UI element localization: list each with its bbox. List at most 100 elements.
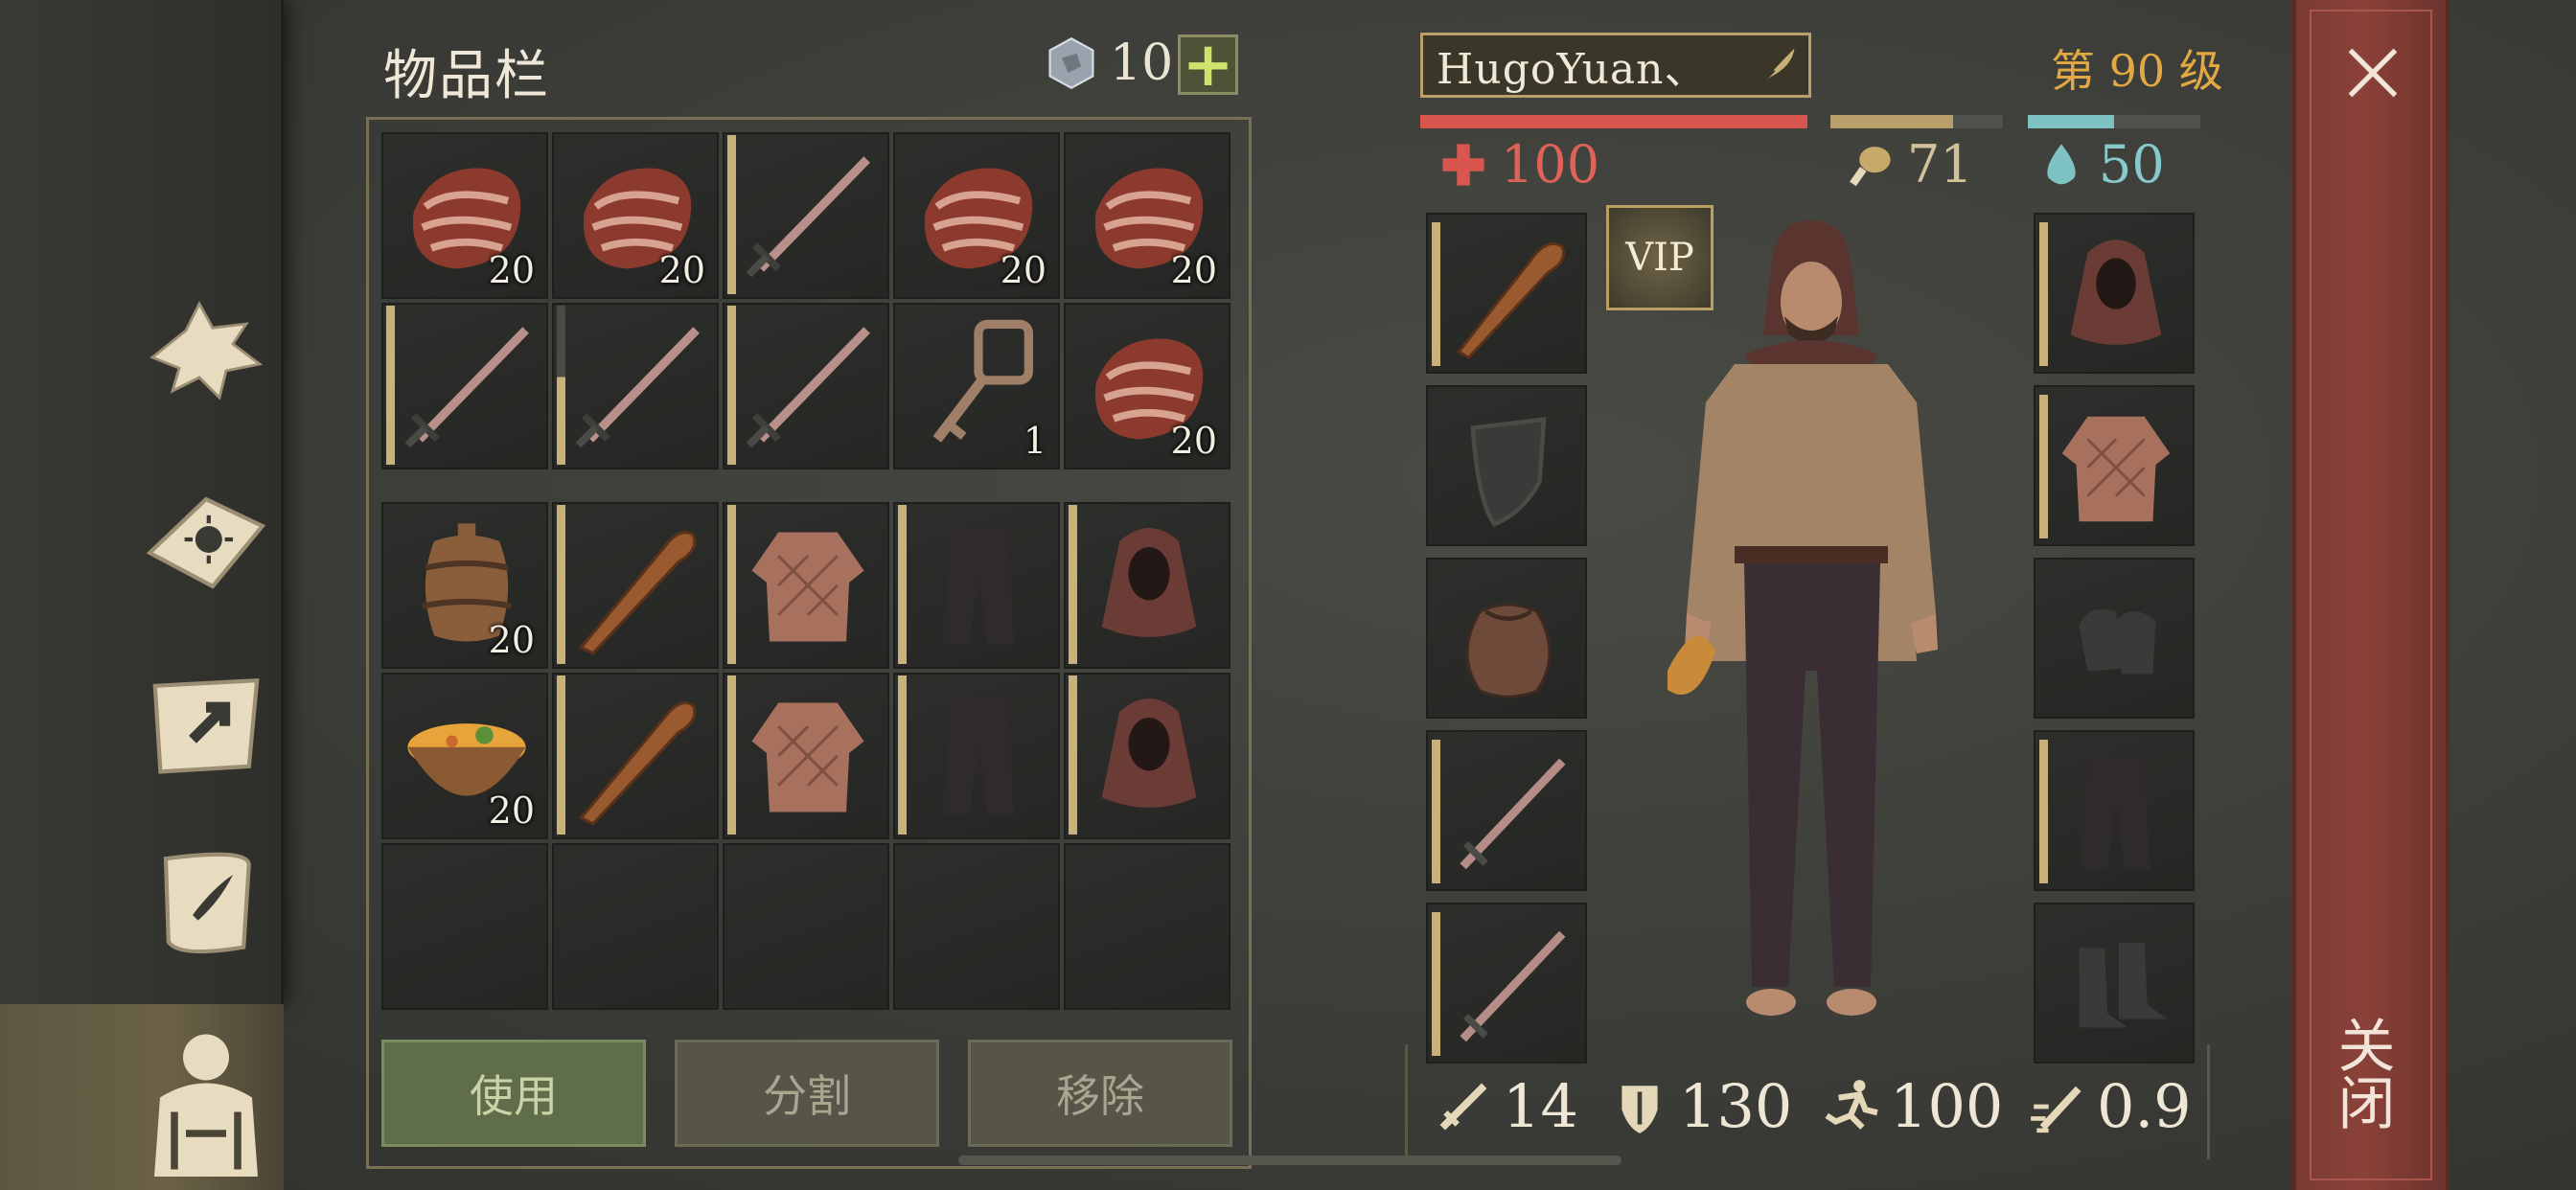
equip-slot-body[interactable] [2034,385,2195,546]
armor-stat: 130 [1610,1071,1792,1141]
sword-icon [393,312,540,460]
equip-slot-shield[interactable] [1426,385,1587,546]
speed-stat: 100 [1821,1071,2003,1141]
item-quantity: 20 [488,249,535,291]
split-button[interactable]: 分割 [675,1040,939,1147]
inventory-slot[interactable]: 20 [1064,132,1230,299]
gloves-placeholder-icon [2079,608,2156,675]
inventory-slot[interactable] [552,303,719,469]
close-label[interactable]: 关闭 [2328,1016,2404,1131]
currency-count: 10 [1110,34,1174,92]
gambeson-icon [2061,416,2171,522]
food-stat: 71 [1844,134,1973,195]
trousers-icon [905,682,1052,830]
attack-value: 14 [1503,1071,1578,1141]
attack-speed-value: 0.9 [2097,1071,2192,1141]
boots-placeholder-icon [2079,942,2168,1028]
club-icon [1456,241,1566,359]
character-level: 第 90 级 [2051,45,2223,97]
inventory-slot[interactable]: 20 [381,132,548,299]
close-icon[interactable] [2342,38,2404,107]
inventory-slot[interactable] [893,673,1060,839]
wolf-icon[interactable] [134,286,278,429]
water-value: 50 [2099,134,2165,195]
inventory-slot[interactable] [893,502,1060,669]
shield-placeholder-icon [1470,417,1547,527]
hood-icon [1075,512,1223,659]
inventory-slot[interactable] [381,843,548,1010]
inventory-slot[interactable]: 20 [1064,303,1230,469]
food-value: 71 [1907,134,1973,195]
sword-icon [734,142,882,289]
inventory-slot[interactable] [893,843,1060,1010]
armor-value: 130 [1679,1071,1793,1141]
inventory-slot[interactable]: 1 [893,303,1060,469]
water-bar [2028,115,2200,128]
equip-slot-tertiary[interactable] [1426,903,1587,1064]
character-model [1668,220,1938,1016]
equip-slot-head[interactable] [2034,213,2195,374]
food-bar [1830,115,2003,128]
water-stat: 50 [2036,134,2165,195]
add-currency-button[interactable]: + [1178,34,1238,96]
equip-slot-secondary[interactable] [1426,730,1587,891]
equip-slot-hands[interactable] [2034,558,2195,719]
trousers-icon [905,512,1052,659]
trousers-icon [2082,755,2150,870]
inventory-slot[interactable] [723,303,889,469]
equip-slot-legs[interactable] [2034,730,2195,891]
inventory-slot[interactable] [723,502,889,669]
item-quantity: 20 [1170,420,1217,462]
inventory-slot[interactable]: 20 [381,673,548,839]
hood-icon [2070,240,2162,345]
inventory-slot[interactable]: 20 [552,132,719,299]
item-quantity: 20 [1000,249,1046,291]
inventory-slot[interactable] [1064,843,1230,1010]
health-value: 100 [1501,134,1600,195]
pouch-icon [1465,603,1552,698]
inventory-slot[interactable] [723,673,889,839]
item-quantity: 20 [488,619,535,661]
equip-slot-weapon[interactable] [1426,213,1587,374]
inventory-slot[interactable] [1064,673,1230,839]
sword-icon [1460,758,1566,870]
scroll-icon[interactable] [134,830,278,973]
equip-slot-bag[interactable] [1426,558,1587,719]
sword-icon [734,312,882,460]
equip-slot-feet[interactable] [2034,903,2195,1064]
inventory-slot[interactable] [552,843,719,1010]
armor-shield-icon [1622,1085,1658,1133]
gambeson-icon [734,512,882,659]
remove-button[interactable]: 移除 [968,1040,1232,1147]
inventory-slot[interactable] [723,843,889,1010]
map-icon[interactable] [134,652,278,795]
character-name-box[interactable]: HugoYuan、 [1420,33,1811,98]
inventory-slot[interactable] [1064,502,1230,669]
sun-book-icon[interactable] [134,468,278,611]
item-quantity: 20 [488,790,535,832]
inventory-slot[interactable] [552,502,719,669]
health-bar [1420,115,1807,128]
silver-coin-icon [1048,36,1094,90]
attack-speed-stat: 0.9 [2028,1071,2192,1141]
inventory-slot[interactable]: 20 [893,132,1060,299]
use-button[interactable]: 使用 [381,1040,646,1147]
inventory-slot[interactable] [381,303,548,469]
sidebar [0,0,284,1004]
character-tab[interactable] [0,1004,284,1190]
water-drop-icon [2047,143,2076,184]
inventory-slot[interactable] [552,673,719,839]
inventory-slot[interactable] [723,132,889,299]
attack-speed-icon [2031,1086,2082,1133]
gambeson-icon [734,682,882,830]
quill-edit-icon[interactable] [1755,43,1799,89]
sword-icon [1460,930,1566,1042]
attack-sword-icon [1439,1083,1487,1130]
running-figure-icon [1825,1079,1878,1130]
drumstick-icon [1850,146,1891,186]
close-panel[interactable] [2292,0,2450,1190]
inventory-slot[interactable]: 20 [381,502,548,669]
speed-value: 100 [1890,1071,2004,1141]
health-cross-icon [1442,143,1484,186]
item-quantity: 1 [1023,420,1046,462]
